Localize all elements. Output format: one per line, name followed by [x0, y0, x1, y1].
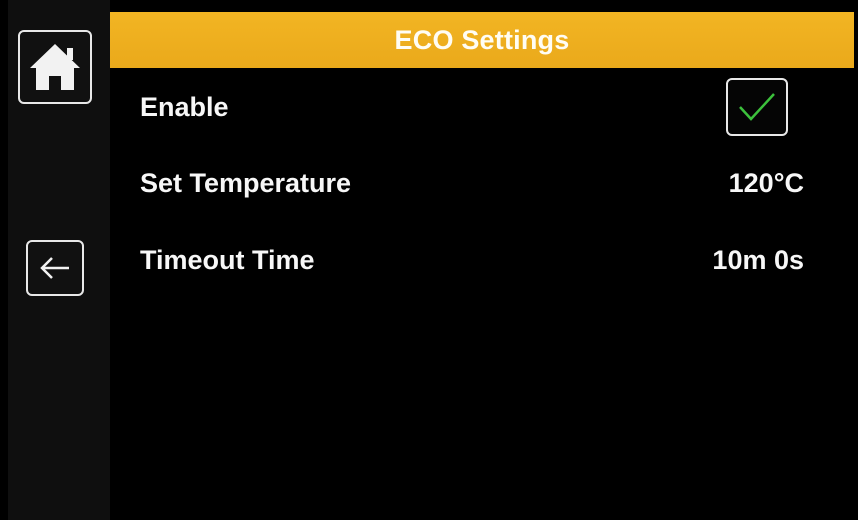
header-bar: ECO Settings: [110, 12, 854, 68]
enable-label: Enable: [140, 92, 229, 122]
back-button[interactable]: [26, 240, 84, 296]
home-button[interactable]: [18, 30, 92, 104]
checkmark-icon: [739, 93, 775, 121]
set-temperature-value[interactable]: 120°C: [729, 168, 804, 199]
set-temperature-label: Set Temperature: [140, 168, 352, 198]
enable-checkbox[interactable]: [726, 78, 788, 136]
home-icon: [30, 44, 80, 90]
page-title: ECO Settings: [394, 24, 570, 55]
eco-settings-screen: ECO Settings Enable Set Temperature 120°…: [0, 0, 858, 520]
arrow-left-icon: [40, 257, 69, 279]
timeout-time-value[interactable]: 10m 0s: [712, 245, 804, 276]
timeout-time-label: Timeout Time: [140, 245, 315, 275]
